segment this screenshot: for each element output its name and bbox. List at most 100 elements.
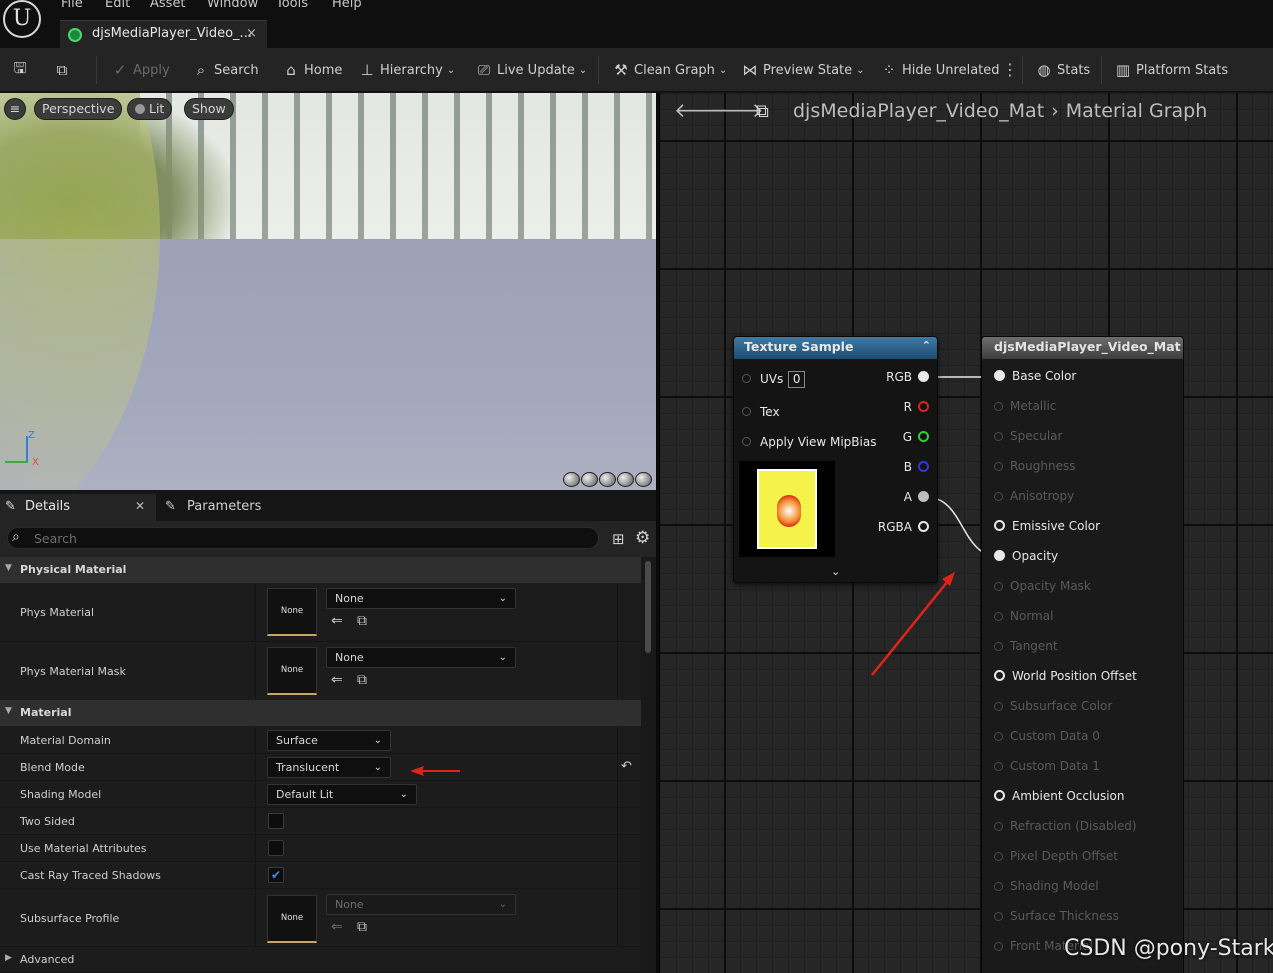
material-input-pin[interactable]: Opacity Mask bbox=[994, 579, 1091, 593]
menu-file[interactable]: File bbox=[61, 0, 83, 11]
material-input-pin[interactable]: Roughness bbox=[994, 459, 1075, 473]
texture-preview-thumbnail[interactable] bbox=[739, 461, 835, 557]
material-input-pin[interactable]: Normal bbox=[994, 609, 1053, 623]
clean-graph-button[interactable]: ⚒ Clean Graph ⌄ bbox=[611, 59, 727, 81]
material-input-pin[interactable]: Subsurface Color bbox=[994, 699, 1112, 713]
preview-state-button[interactable]: ⋈ Preview State ⌄ bbox=[740, 59, 865, 81]
material-input-pin[interactable]: Base Color bbox=[994, 369, 1076, 383]
asset-tab[interactable]: djsMediaPlayer_Video_... × bbox=[60, 20, 267, 48]
tab-parameters[interactable]: ✎ Parameters bbox=[160, 494, 320, 521]
material-input-pin[interactable]: Tangent bbox=[994, 639, 1058, 653]
reset-to-default-icon[interactable]: ↶ bbox=[621, 759, 632, 774]
unreal-logo-icon[interactable]: U bbox=[3, 0, 41, 38]
browse-asset-icon[interactable]: ⧉ bbox=[357, 919, 367, 935]
input-pin-uvs[interactable]: UVs 0 bbox=[742, 371, 806, 388]
cylinder-preview-icon[interactable] bbox=[563, 472, 580, 487]
two-sided-checkbox[interactable] bbox=[268, 813, 284, 829]
output-pin-r[interactable]: R bbox=[904, 400, 929, 414]
asset-picker-combo[interactable]: None ⌄ bbox=[326, 588, 516, 609]
platform-stats-button[interactable]: ▥ Platform Stats bbox=[1113, 59, 1228, 81]
menu-asset[interactable]: Asset bbox=[150, 0, 186, 11]
output-pin-b[interactable]: B bbox=[904, 460, 929, 474]
use-selected-icon[interactable]: ⇐ bbox=[331, 672, 343, 688]
material-input-pin[interactable]: Emissive Color bbox=[994, 519, 1100, 533]
material-input-pin[interactable]: Refraction (Disabled) bbox=[994, 819, 1137, 833]
viewport-menu-button[interactable]: ≡ bbox=[4, 98, 26, 120]
details-search-input[interactable]: ⌕ Search bbox=[7, 527, 599, 549]
use-material-attributes-checkbox[interactable] bbox=[268, 840, 284, 856]
hide-unrelated-button[interactable]: ⁘ Hide Unrelated bbox=[879, 59, 1000, 81]
expand-node-icon[interactable]: ⌄ bbox=[831, 565, 840, 578]
output-pin-rgb[interactable]: RGB bbox=[886, 370, 929, 384]
material-input-pin[interactable]: Custom Data 0 bbox=[994, 729, 1100, 743]
material-input-pin[interactable]: Ambient Occlusion bbox=[994, 789, 1124, 803]
tab-details[interactable]: ✎ Details ✕ bbox=[0, 494, 156, 521]
shading-model-combo[interactable]: Default Lit ⌄ bbox=[267, 784, 417, 805]
asset-picker-combo[interactable]: None ⌄ bbox=[326, 894, 516, 915]
live-update-button[interactable]: ⎚ Live Update ⌄ bbox=[474, 59, 587, 81]
menu-help[interactable]: Help bbox=[332, 0, 362, 11]
material-input-pin[interactable]: Specular bbox=[994, 429, 1062, 443]
use-selected-icon[interactable]: ⇐ bbox=[331, 613, 343, 629]
show-button[interactable]: Show bbox=[184, 98, 234, 120]
texture-sample-node[interactable]: Texture Sample ⌃ UVs 0 Tex Apply View MipB… bbox=[733, 336, 938, 583]
sphere-preview-icon[interactable] bbox=[581, 472, 598, 487]
output-pin-a[interactable]: A bbox=[904, 490, 929, 504]
browse-asset-icon[interactable]: ⧉ bbox=[357, 613, 367, 629]
material-input-pin[interactable]: Opacity bbox=[994, 549, 1058, 563]
asset-picker-combo[interactable]: None ⌄ bbox=[326, 647, 516, 668]
menu-window[interactable]: Window bbox=[207, 0, 258, 11]
scrollbar-thumb[interactable] bbox=[645, 561, 651, 653]
browse-asset-icon[interactable]: ⧉ bbox=[357, 672, 367, 688]
hierarchy-button[interactable]: ⊥ Hierarchy ⌄ bbox=[357, 59, 455, 81]
search-button[interactable]: ⌕ Search bbox=[191, 59, 259, 81]
material-input-pin[interactable]: Anisotropy bbox=[994, 489, 1074, 503]
row-advanced[interactable]: ▶ Advanced bbox=[0, 947, 641, 973]
uv-index-field[interactable]: 0 bbox=[788, 371, 806, 388]
use-selected-icon[interactable]: ⇐ bbox=[331, 919, 343, 935]
perspective-button[interactable]: Perspective bbox=[34, 98, 123, 120]
menu-edit[interactable]: Edit bbox=[105, 0, 130, 11]
browse-button[interactable]: ⧉ bbox=[52, 59, 75, 81]
plane-preview-icon[interactable] bbox=[599, 472, 616, 487]
stats-button[interactable]: ◍ Stats bbox=[1034, 59, 1090, 81]
save-button[interactable]: 🖫 bbox=[10, 59, 33, 81]
breadcrumb-asset[interactable]: djsMediaPlayer_Video_Mat bbox=[793, 100, 1044, 122]
close-tab-icon[interactable]: × bbox=[246, 26, 257, 41]
custom-mesh-preview-icon[interactable] bbox=[635, 472, 652, 487]
material-input-pin[interactable]: Shading Model bbox=[994, 879, 1099, 893]
material-input-pin[interactable]: Metallic bbox=[994, 399, 1056, 413]
asset-thumbnail[interactable]: None bbox=[267, 895, 317, 943]
details-scrollbar[interactable] bbox=[641, 557, 656, 973]
lit-button[interactable]: Lit bbox=[127, 98, 173, 120]
material-output-node[interactable]: djsMediaPlayer_Video_Mat Base Color Metal… bbox=[981, 336, 1184, 973]
collapse-icon[interactable]: ⌃ bbox=[922, 339, 931, 352]
input-pin-apply-view-mipbias[interactable]: Apply View MipBias bbox=[742, 435, 876, 449]
output-pin-g[interactable]: G bbox=[903, 430, 929, 444]
material-input-pin[interactable]: Pixel Depth Offset bbox=[994, 849, 1118, 863]
breadcrumb-graph[interactable]: Material Graph bbox=[1066, 100, 1208, 122]
material-input-pin[interactable]: Surface Thickness bbox=[994, 909, 1119, 923]
more-options-icon[interactable]: ⋮ bbox=[1002, 60, 1018, 79]
close-icon[interactable]: ✕ bbox=[135, 499, 145, 513]
node-title[interactable]: djsMediaPlayer_Video_Mat bbox=[982, 337, 1183, 359]
input-pin-tex[interactable]: Tex bbox=[742, 405, 780, 419]
preview-viewport[interactable]: ≡ Perspective Lit Show Z X bbox=[0, 93, 656, 490]
output-pin-rgba[interactable]: RGBA bbox=[878, 520, 929, 534]
cube-preview-icon[interactable] bbox=[617, 472, 634, 487]
blend-mode-combo[interactable]: Translucent ⌄ bbox=[267, 757, 391, 778]
category-physical-material[interactable]: ▼ Physical Material bbox=[0, 557, 641, 583]
material-input-pin[interactable]: World Position Offset bbox=[994, 669, 1137, 683]
node-title[interactable]: Texture Sample ⌃ bbox=[734, 337, 937, 359]
cast-ray-traced-shadows-checkbox[interactable]: ✔ bbox=[268, 867, 284, 883]
material-input-pin[interactable]: Custom Data 1 bbox=[994, 759, 1100, 773]
menu-tools[interactable]: Tools bbox=[276, 0, 308, 11]
material-graph-canvas[interactable]: 🡐 🡒 ⧉ djsMediaPlayer_Video_Mat › Material … bbox=[660, 93, 1273, 973]
gear-icon[interactable]: ⚙ bbox=[635, 528, 650, 548]
home-button[interactable]: ⌂ Home bbox=[281, 59, 342, 81]
apply-button[interactable]: ✓ Apply bbox=[110, 59, 170, 81]
category-material[interactable]: ▼ Material bbox=[0, 700, 641, 726]
asset-thumbnail[interactable]: None bbox=[267, 588, 317, 636]
material-domain-combo[interactable]: Surface ⌄ bbox=[267, 730, 391, 751]
table-view-icon[interactable]: ⊞ bbox=[612, 530, 625, 548]
